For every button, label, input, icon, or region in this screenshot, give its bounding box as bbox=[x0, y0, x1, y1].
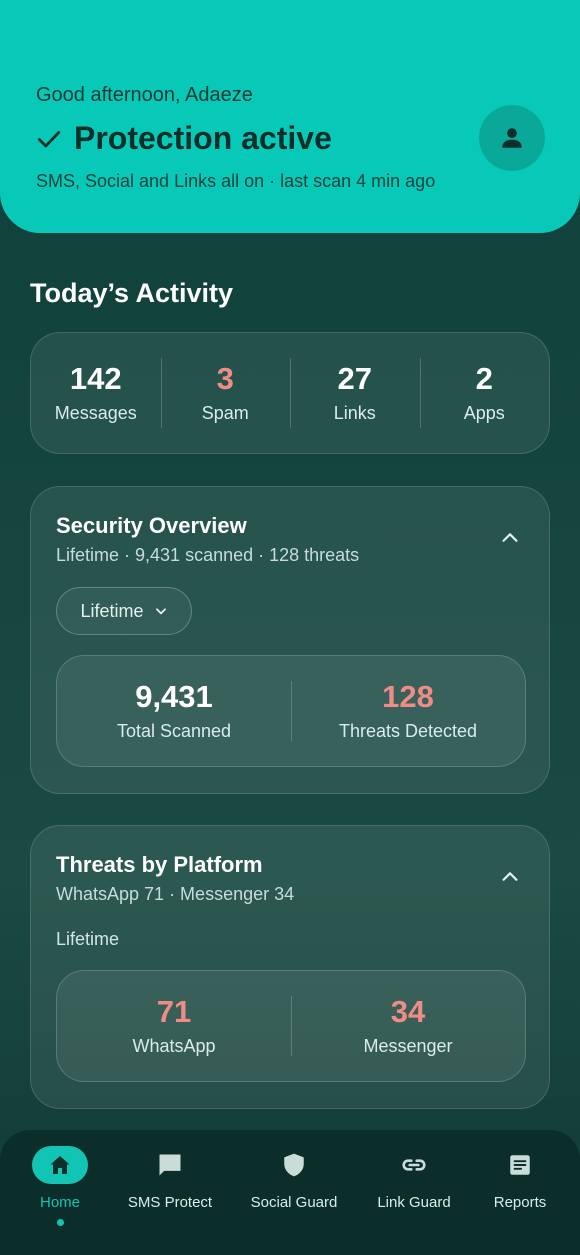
stat-label: Threats Detected bbox=[338, 720, 478, 741]
shield-icon bbox=[284, 1153, 304, 1177]
stat-value: 9,431 bbox=[135, 679, 213, 715]
threats-by-platform-card: Threats by Platform WhatsApp 71 · Messen… bbox=[30, 825, 550, 1109]
stat-value: 142 bbox=[69, 361, 122, 397]
chevron-down-icon bbox=[155, 608, 166, 615]
stat-threats-detected: 128 Threats Detected bbox=[291, 656, 525, 766]
nav-item-link-guard[interactable]: Link Guard bbox=[356, 1130, 472, 1255]
todays-activity-card: 142 Messages 3 Spam 27 Links 2 Apps bbox=[30, 332, 550, 454]
overview-stats: 9,431 Total Scanned 128 Threats Detected bbox=[56, 655, 526, 767]
platform-stats: 71 WhatsApp 34 Messenger bbox=[56, 970, 526, 1082]
period-label: Lifetime bbox=[56, 929, 120, 949]
stat-value: 3 bbox=[216, 361, 234, 397]
status-subtitle: SMS, Social and Links all on · last scan… bbox=[36, 171, 436, 191]
period-dropdown[interactable]: Lifetime bbox=[56, 587, 192, 635]
stat-label: WhatsApp bbox=[132, 1035, 216, 1056]
stat-spam[interactable]: 3 Spam bbox=[160, 333, 291, 453]
stat-value: 128 bbox=[382, 679, 434, 715]
security-overview-card: Security Overview Lifetime · 9,431 scann… bbox=[30, 486, 550, 794]
active-indicator bbox=[56, 1219, 64, 1226]
nav-label: Reports bbox=[493, 1194, 547, 1211]
nav-label: SMS Protect bbox=[127, 1194, 213, 1211]
card-title: Security Overview bbox=[56, 513, 247, 538]
link-icon bbox=[402, 1159, 426, 1171]
protection-status: Protection active bbox=[36, 120, 332, 157]
nav-item-sms-protect[interactable]: SMS Protect bbox=[112, 1130, 228, 1255]
profile-avatar-button[interactable] bbox=[479, 105, 545, 171]
bottom-navigation: Home SMS Protect Social Guard Link Guard bbox=[0, 1130, 580, 1255]
stat-label: Spam bbox=[201, 402, 249, 423]
stat-value: 2 bbox=[475, 361, 493, 397]
card-subtitle: WhatsApp 71 · Messenger 34 bbox=[56, 884, 295, 904]
nav-item-reports[interactable]: Reports bbox=[462, 1130, 578, 1255]
stat-links[interactable]: 27 Links bbox=[290, 333, 420, 453]
status-title: Protection active bbox=[74, 120, 332, 156]
stat-apps[interactable]: 2 Apps bbox=[419, 333, 550, 453]
stat-label: Apps bbox=[463, 402, 505, 423]
protection-header: Good afternoon, Adaeze Protection active… bbox=[0, 0, 580, 233]
activity-section-title: Today’s Activity bbox=[30, 278, 234, 308]
check-icon bbox=[37, 130, 61, 147]
nav-label: Home bbox=[39, 1194, 80, 1211]
stat-messenger: 34 Messenger bbox=[291, 971, 525, 1081]
stat-messages[interactable]: 142 Messages bbox=[31, 333, 161, 453]
nav-item-home[interactable]: Home bbox=[2, 1130, 118, 1255]
stat-total-scanned: 9,431 Total Scanned bbox=[57, 656, 291, 766]
home-icon bbox=[50, 1156, 70, 1174]
stat-value: 34 bbox=[390, 994, 426, 1030]
nav-label: Social Guard bbox=[250, 1194, 338, 1211]
card-title: Threats by Platform bbox=[56, 852, 263, 877]
nav-item-social-guard[interactable]: Social Guard bbox=[236, 1130, 352, 1255]
chevron-up-icon[interactable] bbox=[499, 527, 521, 549]
person-icon bbox=[502, 128, 522, 148]
stat-value: 27 bbox=[337, 361, 372, 397]
stat-label: Total Scanned bbox=[116, 720, 232, 741]
stat-value: 71 bbox=[156, 994, 192, 1030]
stat-label: Messenger bbox=[363, 1035, 453, 1056]
card-subtitle: Lifetime · 9,431 scanned · 128 threats bbox=[56, 545, 360, 565]
stat-label: Messages bbox=[54, 402, 137, 423]
nav-label: Link Guard bbox=[377, 1194, 451, 1211]
report-icon bbox=[510, 1155, 530, 1175]
stat-whatsapp: 71 WhatsApp bbox=[57, 971, 291, 1081]
chat-icon bbox=[159, 1154, 181, 1176]
chevron-up-icon[interactable] bbox=[499, 866, 521, 888]
period-dropdown-label: Lifetime bbox=[80, 600, 144, 621]
stat-label: Links bbox=[333, 402, 376, 423]
greeting-text: Good afternoon, Adaeze bbox=[36, 84, 253, 106]
